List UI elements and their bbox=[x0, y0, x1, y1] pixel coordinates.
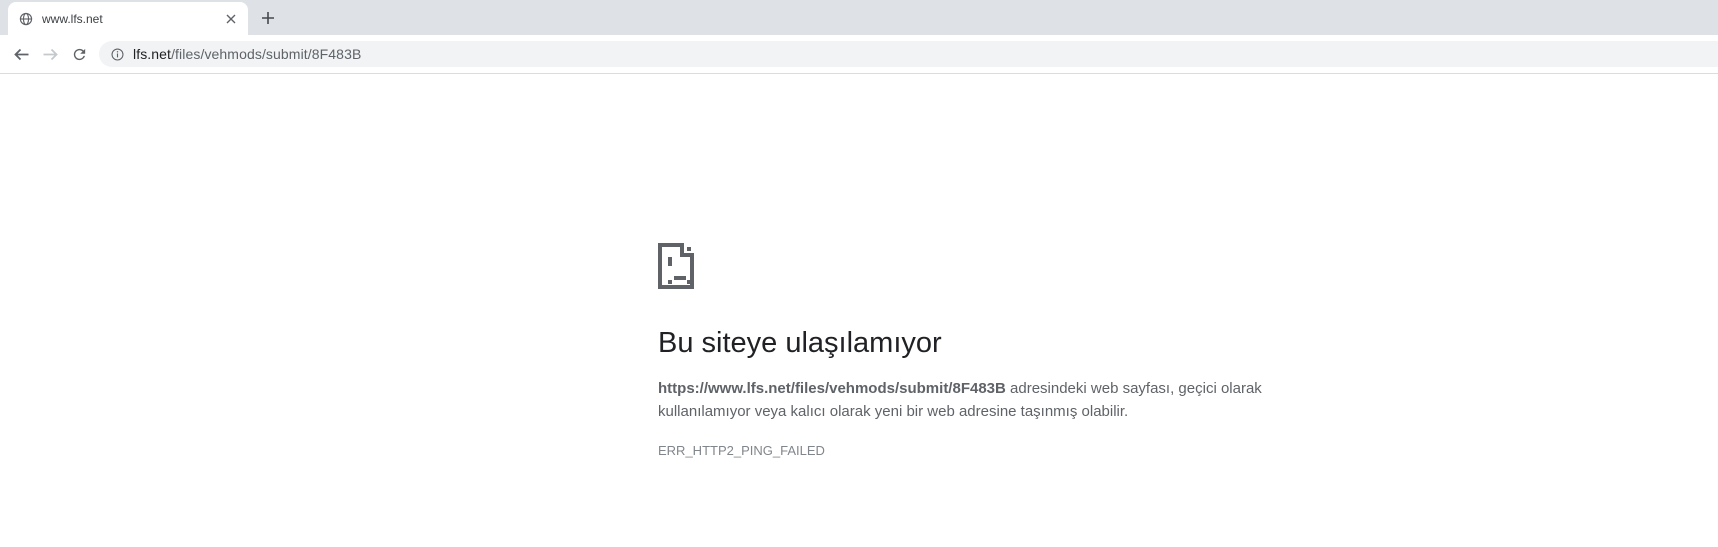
tab-title: www.lfs.net bbox=[42, 11, 103, 26]
reload-button[interactable] bbox=[70, 45, 88, 63]
url-domain: lfs.net bbox=[133, 46, 172, 62]
address-bar[interactable]: lfs.net/files/vehmods/submit/8F483B bbox=[99, 41, 1718, 67]
error-title: Bu siteye ulaşılamıyor bbox=[658, 327, 942, 359]
browser-tab[interactable]: www.lfs.net bbox=[8, 2, 248, 35]
error-url: https://www.lfs.net/files/vehmods/submit… bbox=[658, 380, 1006, 397]
site-info-button[interactable] bbox=[108, 45, 126, 63]
tab-bar: www.lfs.net bbox=[0, 0, 1718, 35]
arrow-right-icon bbox=[43, 48, 58, 60]
browser-window: www.lfs.net lfs.net/files/vehmods/submit… bbox=[0, 0, 1718, 458]
error-page: Bu siteye ulaşılamıyor https://www.lfs.n… bbox=[0, 74, 1718, 458]
back-button[interactable] bbox=[12, 45, 30, 63]
error-description: https://www.lfs.net/files/vehmods/submit… bbox=[658, 377, 1278, 423]
url-path: /files/vehmods/submit/8F483B bbox=[171, 46, 362, 62]
forward-button[interactable] bbox=[41, 45, 59, 63]
new-tab-button[interactable] bbox=[256, 6, 280, 30]
error-code: ERR_HTTP2_PING_FAILED bbox=[658, 443, 825, 458]
info-circle-icon bbox=[111, 48, 123, 60]
arrow-left-icon bbox=[13, 48, 28, 60]
url-text: lfs.net/files/vehmods/submit/8F483B bbox=[133, 46, 361, 62]
globe-favicon-icon bbox=[19, 12, 33, 26]
sad-file-icon bbox=[658, 243, 694, 289]
reload-icon bbox=[73, 48, 85, 60]
plus-icon bbox=[262, 12, 274, 24]
navigation-toolbar: lfs.net/files/vehmods/submit/8F483B bbox=[0, 35, 1718, 74]
tab-close-icon[interactable] bbox=[222, 10, 240, 28]
